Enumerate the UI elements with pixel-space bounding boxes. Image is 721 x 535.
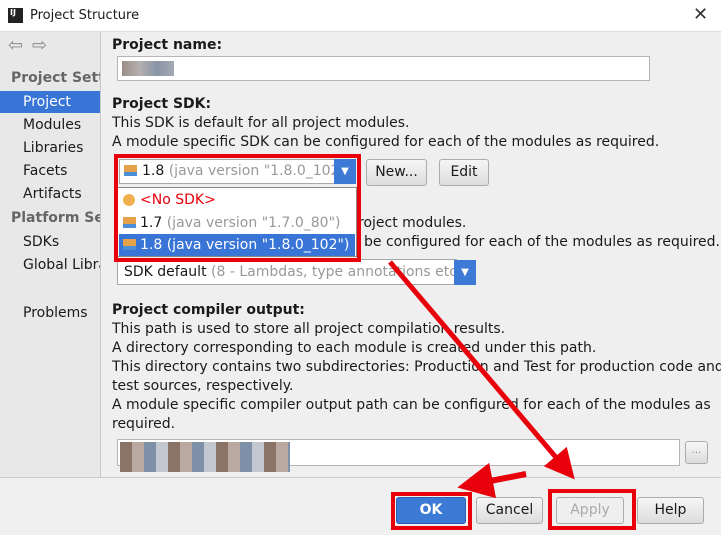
annotation-arrow-to-ok bbox=[457, 462, 527, 499]
annotation-arrow-to-apply bbox=[388, 260, 575, 480]
annotation-arrows bbox=[388, 260, 575, 499]
